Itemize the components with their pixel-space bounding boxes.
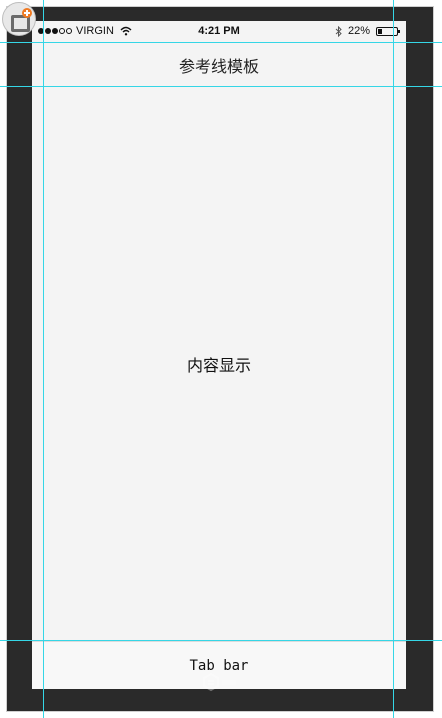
add-artboard-icon[interactable] <box>2 2 36 36</box>
guide-line-vertical-left[interactable] <box>43 0 44 718</box>
content-label: 内容显示 <box>186 356 251 375</box>
navigation-bar: 参考线模板 <box>32 43 406 87</box>
guide-line-vertical-right[interactable] <box>393 0 394 718</box>
status-bar: VIRGIN 4:21 PM 22% <box>32 21 406 43</box>
phone-screen: VIRGIN 4:21 PM 22% 参考线模板 内容显示 Tab bar <box>32 21 406 689</box>
battery-percent: 22% <box>347 25 370 37</box>
content-area: 内容显示 <box>32 87 406 641</box>
status-right: 22% <box>335 25 400 37</box>
nav-title: 参考线模板 <box>178 56 259 76</box>
battery-fill <box>378 28 382 34</box>
logo-watermark-icon <box>203 672 236 692</box>
guide-line-horizontal-nav[interactable] <box>0 86 442 87</box>
bluetooth-icon <box>335 25 342 37</box>
guide-line-horizontal-tab[interactable] <box>0 640 442 641</box>
guide-line-horizontal-top[interactable] <box>0 42 442 43</box>
battery-icon <box>376 26 400 36</box>
